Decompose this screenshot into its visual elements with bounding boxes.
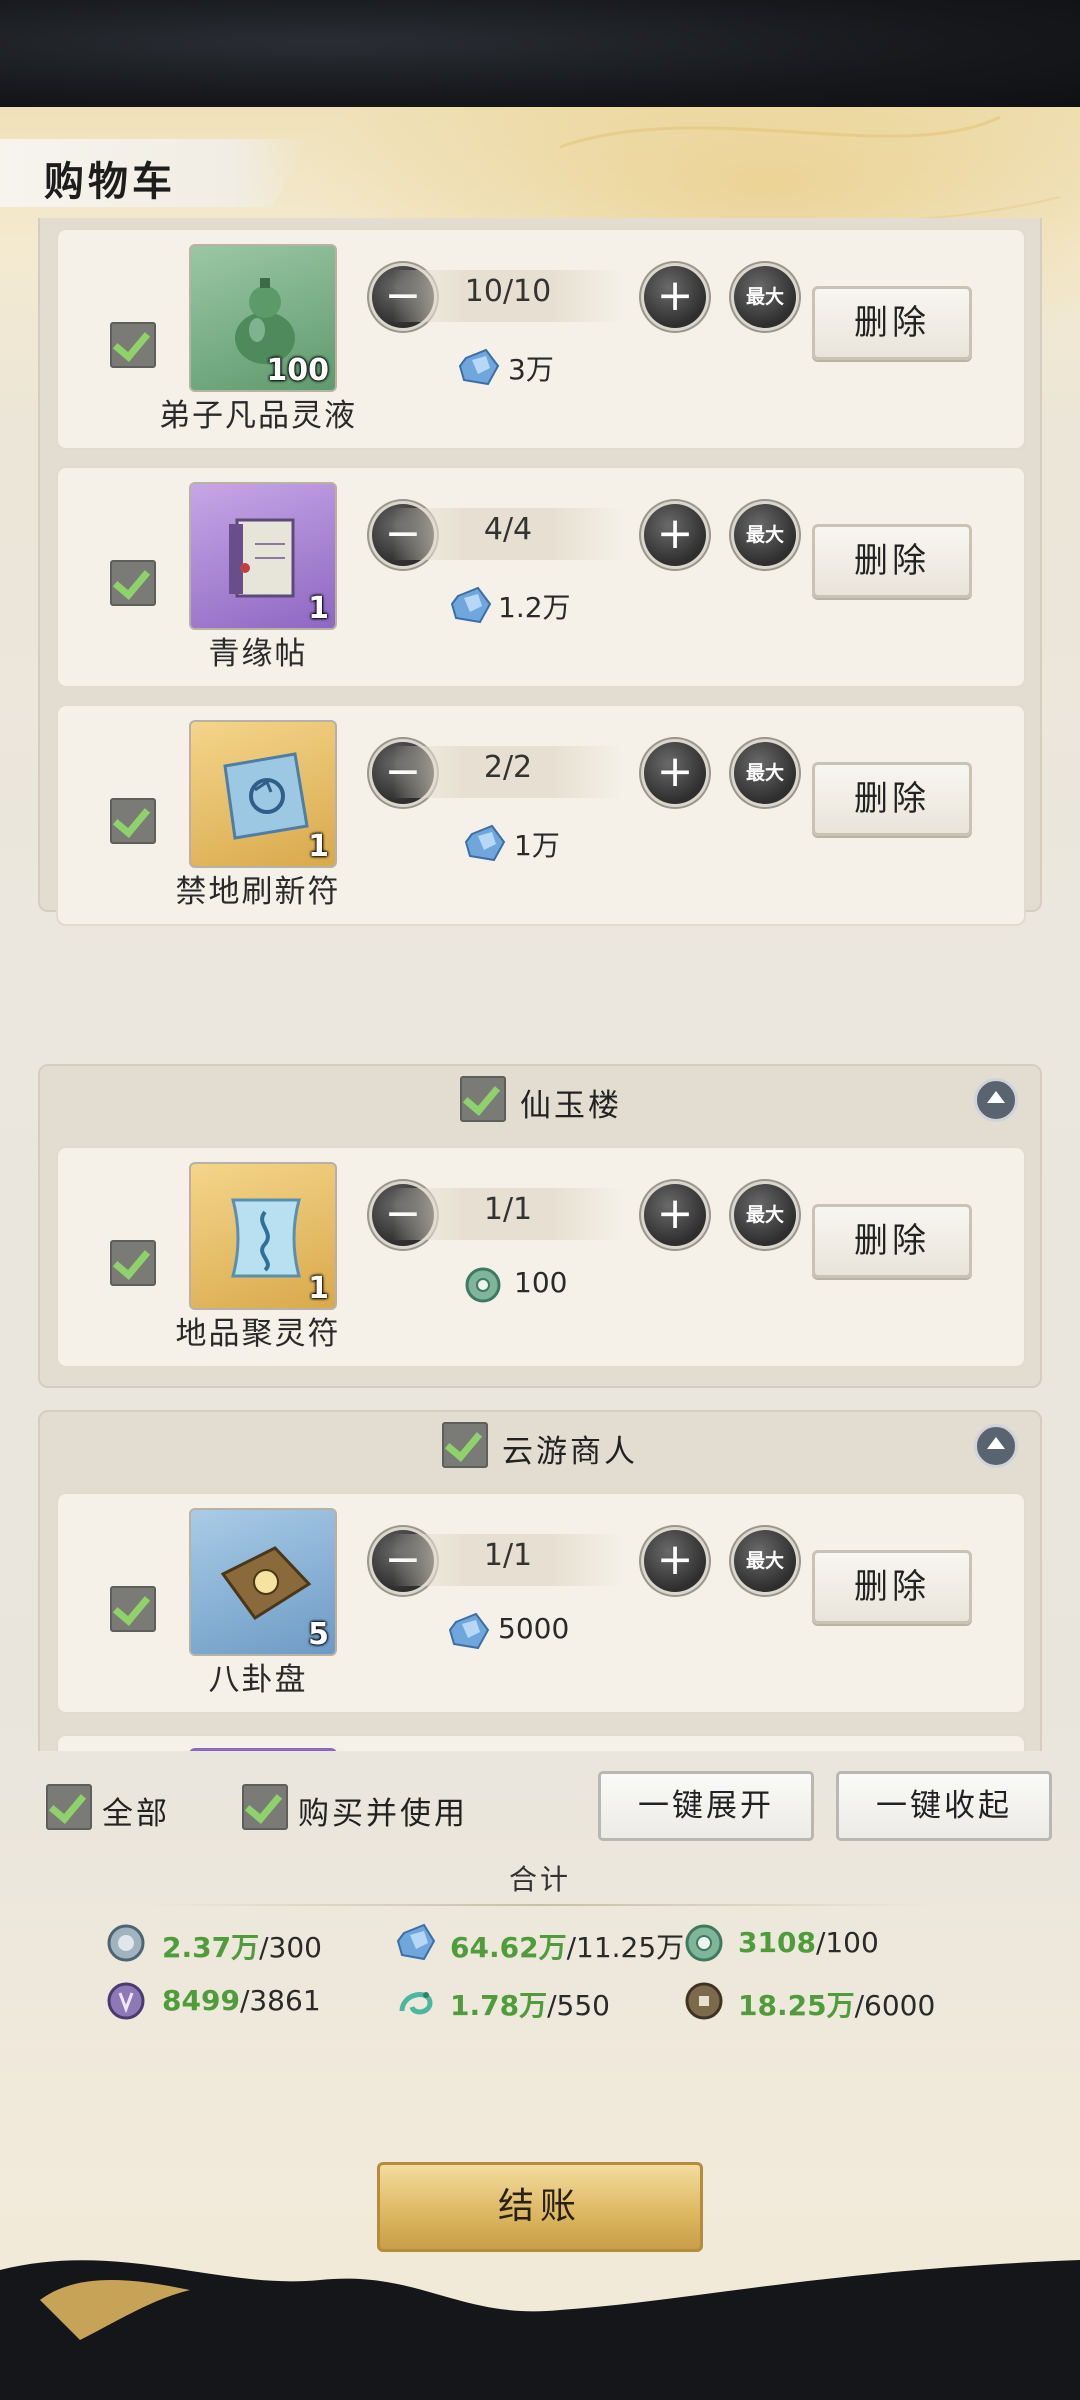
silver-token-icon <box>107 1924 145 1962</box>
cart-group: 100 弟子凡品灵液 − 10/10 + 最大 3万 删除 1 青缘帖 − 4/… <box>38 218 1042 926</box>
cart-item-partial <box>56 1734 1026 1751</box>
item-checkbox[interactable] <box>110 560 156 606</box>
item-name: 地品聚灵符 <box>175 1316 341 1352</box>
buy-and-use-checkbox[interactable] <box>242 1784 288 1830</box>
item-price: 1万 <box>514 829 560 862</box>
max-button[interactable]: 最大 <box>734 504 796 566</box>
plus-button[interactable]: + <box>644 1184 706 1246</box>
jade-coin-icon <box>685 1924 723 1962</box>
group-header[interactable]: 仙玉楼 <box>40 1066 1042 1130</box>
max-button[interactable]: 最大 <box>734 266 796 328</box>
max-button[interactable]: 最大 <box>734 1184 796 1246</box>
total-purple-token: 8499/3861 <box>162 1984 321 2017</box>
page-title: 购物车 <box>44 158 176 205</box>
purple-token-icon <box>107 1982 145 2020</box>
quantity-value: 10/10 <box>464 274 552 309</box>
item-count: 1 <box>308 591 329 626</box>
item-checkbox[interactable] <box>110 322 156 368</box>
spirit-gourd-icon[interactable]: 100 <box>189 244 337 392</box>
plus-button[interactable]: + <box>644 1530 706 1592</box>
item-count: 5 <box>308 1617 329 1652</box>
invitation-book-icon[interactable]: 1 <box>189 482 337 630</box>
item-name: 青缘帖 <box>208 636 308 672</box>
select-all-label[interactable]: 全部 <box>102 1788 170 1833</box>
item-price: 1.2万 <box>498 591 571 624</box>
ink-wash-decoration <box>0 2260 1080 2400</box>
buy-and-use-label[interactable]: 购买并使用 <box>298 1788 468 1833</box>
total-silver-token: 2.37万/300 <box>162 1931 322 1964</box>
total-copper-coin: 18.25万/6000 <box>738 1989 936 2022</box>
delete-button[interactable]: 删除 <box>812 1204 972 1278</box>
group-header[interactable]: 云游商人 <box>40 1412 1042 1476</box>
cart-item: 1 禁地刷新符 − 2/2 + 最大 1万 删除 <box>56 704 1026 926</box>
cart-item: 1 地品聚灵符 − 1/1 + 最大 100 删除 <box>56 1146 1026 1368</box>
quantity-value: 1/1 <box>483 1538 533 1573</box>
item-price: 100 <box>514 1266 568 1299</box>
page-title-tab: 购物车 <box>0 139 310 207</box>
select-all-checkbox[interactable] <box>46 1784 92 1830</box>
item-icon-partial <box>189 1748 337 1751</box>
cart-item: 100 弟子凡品灵液 − 10/10 + 最大 3万 删除 <box>56 228 1026 450</box>
item-count: 1 <box>308 1271 329 1306</box>
plus-button[interactable]: + <box>644 742 706 804</box>
group-checkbox[interactable] <box>442 1422 488 1468</box>
dragon-token-icon <box>399 1992 433 2015</box>
delete-button[interactable]: 删除 <box>812 762 972 836</box>
spirit-stone-icon <box>396 1923 436 1961</box>
quantity-value: 1/1 <box>483 1192 533 1227</box>
item-price: 5000 <box>498 1612 570 1645</box>
spirit-gathering-talisman-icon[interactable]: 1 <box>189 1162 337 1310</box>
quantity-value: 2/2 <box>483 750 533 785</box>
item-name: 禁地刷新符 <box>175 874 341 910</box>
item-checkbox[interactable] <box>110 1240 156 1286</box>
copper-coin-icon <box>685 1982 723 2020</box>
max-button[interactable]: 最大 <box>734 742 796 804</box>
collapse-arrow-icon[interactable] <box>974 1424 1018 1468</box>
cart-item: 1 青缘帖 − 4/4 + 最大 1.2万 删除 <box>56 466 1026 688</box>
quantity-value: 4/4 <box>483 512 533 547</box>
spirit-stone-icon <box>464 824 506 862</box>
total-dragon-token: 1.78万/550 <box>450 1989 610 2022</box>
group-title: 云游商人 <box>502 1434 638 1470</box>
spirit-stone-icon <box>450 586 492 624</box>
collapse-all-button[interactable]: 一键收起 <box>836 1771 1052 1841</box>
jade-coin-icon <box>465 1267 501 1303</box>
total-jade-coin: 3108/100 <box>738 1926 879 1959</box>
delete-button[interactable]: 删除 <box>812 286 972 360</box>
plus-button[interactable]: + <box>644 504 706 566</box>
collapse-arrow-icon[interactable] <box>974 1078 1018 1122</box>
refresh-talisman-icon[interactable]: 1 <box>189 720 337 868</box>
item-count: 100 <box>266 353 329 388</box>
cart-group: 仙玉楼 1 地品聚灵符 − 1/1 + 最大 100 删除 <box>38 1064 1042 1388</box>
item-price: 3万 <box>508 353 554 386</box>
total-divider <box>150 1904 930 1906</box>
delete-button[interactable]: 删除 <box>812 524 972 598</box>
group-title: 仙玉楼 <box>520 1088 622 1124</box>
item-checkbox[interactable] <box>110 798 156 844</box>
item-count: 1 <box>308 829 329 864</box>
cart-group: 云游商人 5 八卦盘 − 1/1 + 最大 5000 删除 <box>38 1410 1042 1751</box>
spirit-stone-icon <box>448 1612 490 1650</box>
item-checkbox[interactable] <box>110 1586 156 1632</box>
max-button[interactable]: 最大 <box>734 1530 796 1592</box>
item-name: 弟子凡品灵液 <box>159 398 357 434</box>
group-checkbox[interactable] <box>460 1076 506 1122</box>
total-label: 合计 <box>508 1863 571 1896</box>
delete-button[interactable]: 删除 <box>812 1550 972 1624</box>
expand-all-button[interactable]: 一键展开 <box>598 1771 814 1841</box>
bagua-plate-icon[interactable]: 5 <box>189 1508 337 1656</box>
status-bar-area <box>0 0 1080 107</box>
cart-item: 5 八卦盘 − 1/1 + 最大 5000 删除 <box>56 1492 1026 1714</box>
spirit-stone-icon <box>458 348 500 386</box>
plus-button[interactable]: + <box>644 266 706 328</box>
cart-list[interactable]: 100 弟子凡品灵液 − 10/10 + 最大 3万 删除 1 青缘帖 − 4/… <box>38 218 1042 1751</box>
total-spirit-stone: 64.62万/11.25万 <box>450 1931 685 1964</box>
item-name: 八卦盘 <box>208 1662 308 1698</box>
